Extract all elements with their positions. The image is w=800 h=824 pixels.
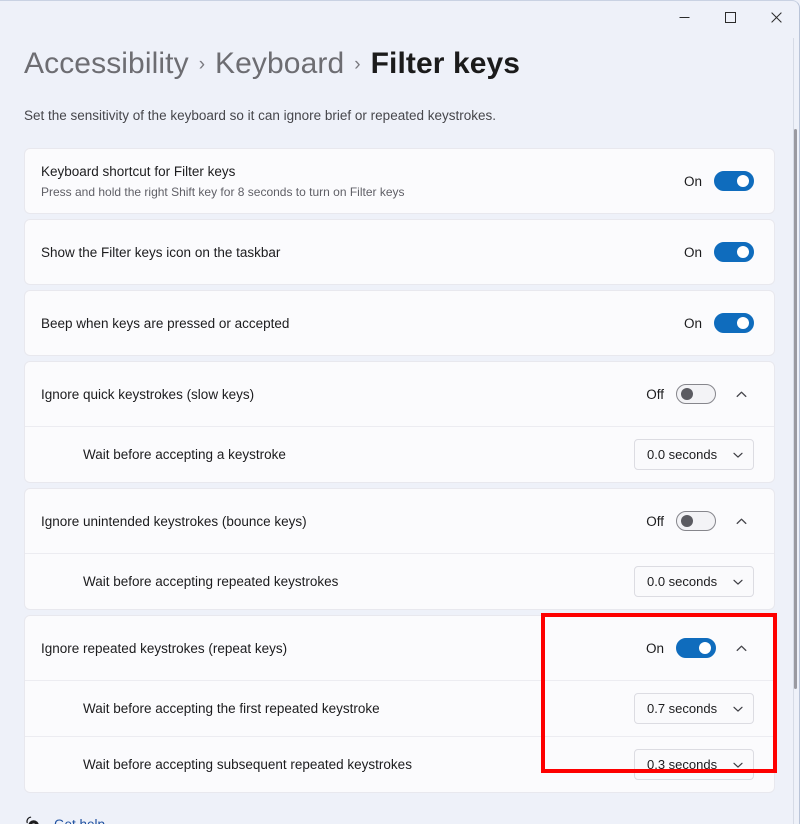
vertical-scrollbar-thumb[interactable]	[794, 129, 797, 689]
page-header: Accessibility › Keyboard › Filter keys S…	[0, 37, 799, 125]
setting-controls: Off	[642, 381, 754, 407]
toggle-switch-show-filter-keys-icon-on-taskbar[interactable]	[714, 242, 754, 262]
sub-setting-text: Wait before accepting subsequent repeate…	[83, 755, 634, 774]
toggle-switch-ignore-unintended-keystrokes-bounce-keys[interactable]	[676, 511, 716, 531]
sub-setting-label: Wait before accepting a keystroke	[83, 447, 286, 462]
setting-row-ignore-repeated-keystrokes-repeat-keys[interactable]: Ignore repeated keystrokes (repeat keys)…	[25, 616, 774, 680]
setting-card-ignore-unintended-keystrokes-bounce-keys: Ignore unintended keystrokes (bounce key…	[24, 488, 775, 610]
setting-text: Ignore quick keystrokes (slow keys)	[41, 385, 642, 404]
breadcrumb-item-accessibility[interactable]: Accessibility	[24, 43, 189, 85]
chevron-down-icon	[732, 703, 744, 715]
sub-setting-row-wait-before-accepting-first-repeated-keystroke: Wait before accepting the first repeated…	[25, 680, 774, 736]
setting-text: Ignore repeated keystrokes (repeat keys)	[41, 639, 642, 658]
settings-window: Accessibility › Keyboard › Filter keys S…	[0, 0, 800, 824]
setting-text: Show the Filter keys icon on the taskbar	[41, 243, 680, 262]
page-footer: ? Get help	[0, 793, 799, 824]
sub-setting-text: Wait before accepting the first repeated…	[83, 699, 634, 718]
breadcrumb: Accessibility › Keyboard › Filter keys	[24, 43, 775, 89]
dropdown-wait-before-accepting-subsequent-repeated-keystrokes[interactable]: 0.3 seconds	[634, 749, 754, 780]
help-question-icon: ?	[24, 815, 43, 824]
toggle-state-label: On	[683, 173, 702, 189]
close-button[interactable]	[753, 1, 799, 34]
sub-setting-text: Wait before accepting repeated keystroke…	[83, 572, 634, 591]
sub-setting-label: Wait before accepting repeated keystroke…	[83, 574, 339, 589]
setting-text: Keyboard shortcut for Filter keys Press a…	[41, 162, 680, 201]
toggle-thumb	[737, 317, 749, 329]
setting-card-ignore-repeated-keystrokes-repeat-keys: Ignore repeated keystrokes (repeat keys)…	[24, 615, 775, 793]
sub-setting-text: Wait before accepting a keystroke	[83, 445, 634, 464]
dropdown-value: 0.3 seconds	[647, 757, 718, 772]
breadcrumb-item-filter-keys: Filter keys	[370, 47, 521, 80]
setting-card-ignore-quick-keystrokes-slow-keys: Ignore quick keystrokes (slow keys) Off Wa…	[24, 361, 775, 483]
breadcrumb-separator-icon: ›	[354, 54, 361, 75]
chevron-up-icon[interactable]	[728, 508, 754, 534]
setting-title: Beep when keys are pressed or accepted	[41, 315, 290, 331]
toggle-switch-keyboard-shortcut-for-filter-keys[interactable]	[714, 171, 754, 191]
setting-row-ignore-quick-keystrokes-slow-keys[interactable]: Ignore quick keystrokes (slow keys) Off	[25, 362, 774, 426]
setting-controls: On	[680, 171, 754, 191]
maximize-button[interactable]	[707, 1, 753, 34]
setting-controls: On	[642, 635, 754, 661]
chevron-up-icon[interactable]	[728, 635, 754, 661]
setting-controls: On	[680, 242, 754, 262]
toggle-thumb	[737, 175, 749, 187]
setting-text: Ignore unintended keystrokes (bounce key…	[41, 512, 642, 531]
toggle-state-label: On	[683, 244, 702, 260]
breadcrumb-separator-icon: ›	[198, 54, 206, 75]
setting-title: Keyboard shortcut for Filter keys	[41, 163, 236, 179]
toggle-switch-ignore-quick-keystrokes-slow-keys[interactable]	[676, 384, 716, 404]
dropdown-value: 0.7 seconds	[647, 701, 718, 716]
sub-setting-row-wait-before-accepting-subsequent-repeated-keystrokes: Wait before accepting subsequent repeate…	[25, 736, 774, 792]
setting-description: Press and hold the right Shift key for 8…	[41, 184, 405, 199]
dropdown-wait-before-accepting-a-keystroke[interactable]: 0.0 seconds	[634, 439, 754, 470]
setting-row-keyboard-shortcut-for-filter-keys[interactable]: Keyboard shortcut for Filter keys Press a…	[25, 149, 774, 213]
sub-setting-row-wait-before-accepting-repeated-keystrokes: Wait before accepting repeated keystroke…	[25, 553, 774, 609]
toggle-switch-ignore-repeated-keystrokes-repeat-keys[interactable]	[676, 638, 716, 658]
setting-row-ignore-unintended-keystrokes-bounce-keys[interactable]: Ignore unintended keystrokes (bounce key…	[25, 489, 774, 553]
setting-text: Beep when keys are pressed or accepted	[41, 314, 680, 333]
dropdown-wait-before-accepting-repeated-keystrokes[interactable]: 0.0 seconds	[634, 566, 754, 597]
dropdown-wait-before-accepting-first-repeated-keystroke[interactable]: 0.7 seconds	[634, 693, 754, 724]
sub-setting-row-wait-before-accepting-a-keystroke: Wait before accepting a keystroke 0.0 sec…	[25, 426, 774, 482]
setting-title: Ignore repeated keystrokes (repeat keys)	[41, 640, 288, 656]
page-subtitle: Set the sensitivity of the keyboard so i…	[24, 108, 496, 123]
setting-title: Ignore unintended keystrokes (bounce key…	[41, 513, 307, 529]
toggle-state-label: Off	[646, 386, 664, 402]
breadcrumb-item-keyboard[interactable]: Keyboard	[215, 43, 344, 85]
setting-card-beep-when-keys-pressed-or-accepted: Beep when keys are pressed or accepted On	[24, 290, 775, 356]
dropdown-value: 0.0 seconds	[647, 574, 718, 589]
setting-card-keyboard-shortcut-for-filter-keys: Keyboard shortcut for Filter keys Press a…	[24, 148, 775, 214]
toggle-state-label: Off	[646, 513, 664, 529]
toggle-thumb	[737, 246, 749, 258]
sub-setting-label: Wait before accepting subsequent repeate…	[83, 757, 412, 772]
chevron-down-icon	[732, 759, 744, 771]
minimize-button[interactable]	[661, 1, 707, 34]
toggle-state-label: On	[645, 640, 664, 656]
toggle-thumb	[699, 642, 711, 654]
dropdown-value: 0.0 seconds	[647, 447, 718, 462]
toggle-state-label: On	[683, 315, 702, 331]
sub-setting-label: Wait before accepting the first repeated…	[83, 701, 380, 716]
setting-row-show-filter-keys-icon-on-taskbar[interactable]: Show the Filter keys icon on the taskbar…	[25, 220, 774, 284]
chevron-up-icon[interactable]	[728, 381, 754, 407]
chevron-down-icon	[732, 449, 744, 461]
setting-controls: Off	[642, 508, 754, 534]
setting-controls: On	[680, 313, 754, 333]
toggle-thumb	[681, 515, 693, 527]
setting-title: Ignore quick keystrokes (slow keys)	[41, 386, 255, 402]
toggle-switch-beep-when-keys-pressed-or-accepted[interactable]	[714, 313, 754, 333]
setting-card-show-filter-keys-icon-on-taskbar: Show the Filter keys icon on the taskbar…	[24, 219, 775, 285]
setting-row-beep-when-keys-pressed-or-accepted[interactable]: Beep when keys are pressed or accepted On	[25, 291, 774, 355]
settings-list: Keyboard shortcut for Filter keys Press a…	[0, 125, 799, 793]
chevron-down-icon	[732, 576, 744, 588]
setting-title: Show the Filter keys icon on the taskbar	[41, 244, 281, 260]
get-help-link[interactable]: Get help	[54, 817, 105, 824]
title-bar	[0, 1, 799, 37]
toggle-thumb	[681, 388, 693, 400]
